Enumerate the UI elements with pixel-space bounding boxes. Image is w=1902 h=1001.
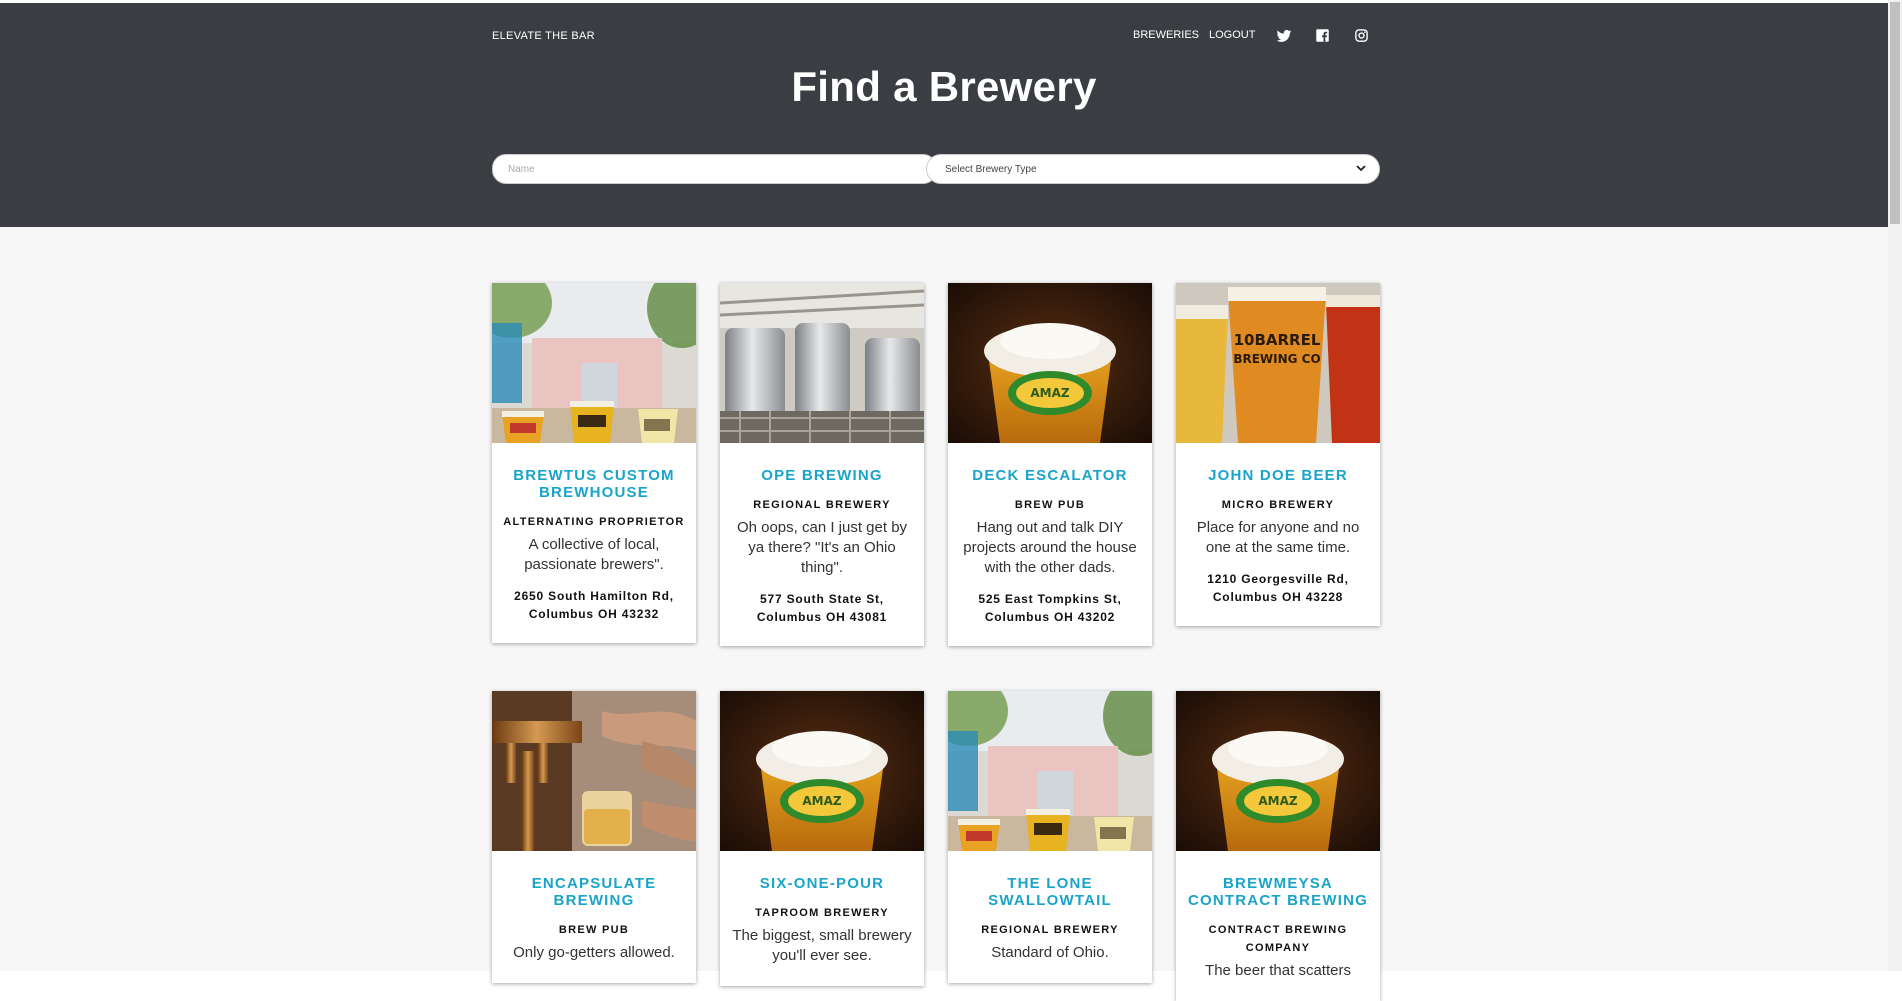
scrollbar-thumb[interactable] [1890, 2, 1900, 224]
brewery-name[interactable]: THE LONE SWALLOWTAIL [958, 875, 1142, 909]
brewery-card[interactable]: BREWTUS CUSTOM BREWHOUSE ALTERNATING PRO… [492, 283, 696, 643]
brewery-type: TAPROOM BREWERY [755, 907, 889, 919]
brewery-description: Hang out and talk DIY projects around th… [963, 519, 1137, 576]
brewery-description: Standard of Ohio. [991, 944, 1109, 961]
brewery-image [492, 283, 696, 443]
brewery-name[interactable]: BREWMEYSA CONTRACT BREWING [1186, 875, 1370, 909]
brewery-type: BREW PUB [1014, 499, 1086, 511]
brewery-card[interactable]: BREWMEYSA CONTRACT BREWING CONTRACT BREW… [1176, 691, 1380, 1001]
brewery-name[interactable]: JOHN DOE BEER [1186, 467, 1370, 484]
brewery-image [948, 691, 1152, 851]
brewery-type: REGIONAL BREWERY [753, 499, 891, 511]
brewery-address: 1210 Georgesville Rd, Columbus OH 43228 [1207, 572, 1349, 604]
brewery-card[interactable]: DECK ESCALATOR BREW PUB Hang out and tal… [948, 283, 1152, 646]
site-header: ELEVATE THE BAR BREWERIES LOGOUT Find a … [0, 3, 1888, 227]
brewery-description: Oh oops, can I just get by ya there? "It… [736, 519, 908, 576]
twitter-icon[interactable] [1276, 28, 1292, 44]
brewery-image [720, 691, 924, 851]
brewery-image [492, 691, 696, 851]
brewery-description: A collective of local, passionate brewer… [524, 536, 664, 573]
brewery-type: BREW PUB [558, 924, 630, 936]
brewery-address: 525 East Tompkins St, Columbus OH 43202 [978, 592, 1122, 624]
brewery-type: ALTERNATING PROPRIETOR [503, 516, 685, 528]
name-search-input[interactable] [492, 154, 937, 184]
brewery-name[interactable]: OPE BREWING [730, 467, 914, 484]
brewery-name[interactable]: ENCAPSULATE BREWING [502, 875, 686, 909]
brewery-description: The beer that scatters [1205, 962, 1351, 979]
brewery-image [948, 283, 1152, 443]
chevron-down-icon [1356, 165, 1366, 172]
brewery-card[interactable]: ENCAPSULATE BREWING BREW PUB Only go-get… [492, 691, 696, 983]
brewery-address: 2650 South Hamilton Rd, Columbus OH 4323… [514, 589, 674, 621]
brewery-card[interactable]: JOHN DOE BEER MICRO BREWERY Place for an… [1176, 283, 1380, 626]
brewery-address: 577 South State St, Columbus OH 43081 [756, 592, 888, 624]
brewery-type: REGIONAL BREWERY [981, 924, 1119, 936]
brewery-type-select[interactable]: Select Brewery Type [926, 154, 1380, 184]
nav-breweries-link[interactable]: BREWERIES [1133, 29, 1199, 41]
brewery-type: CONTRACT BREWING COMPANY [1208, 924, 1348, 954]
brand-link[interactable]: ELEVATE THE BAR [492, 30, 595, 42]
nav-logout-link[interactable]: LOGOUT [1209, 29, 1255, 41]
brewery-image [1176, 283, 1380, 443]
brewery-image [720, 283, 924, 443]
brewery-name[interactable]: SIX-ONE-POUR [730, 875, 914, 892]
brewery-type: MICRO BREWERY [1221, 499, 1335, 511]
brewery-card[interactable]: OPE BREWING REGIONAL BREWERY Oh oops, ca… [720, 283, 924, 646]
brewery-description: The biggest, small brewery you'll ever s… [732, 927, 912, 964]
brewery-card[interactable]: SIX-ONE-POUR TAPROOM BREWERY The biggest… [720, 691, 924, 986]
brewery-description: Place for anyone and no one at the same … [1196, 519, 1360, 556]
brewery-card[interactable]: THE LONE SWALLOWTAIL REGIONAL BREWERY St… [948, 691, 1152, 983]
brewery-description: Only go-getters allowed. [513, 944, 675, 961]
brewery-type-select-value: Select Brewery Type [945, 164, 1037, 175]
brewery-image [1176, 691, 1380, 851]
instagram-icon[interactable] [1354, 28, 1370, 44]
facebook-icon[interactable] [1315, 28, 1331, 44]
brewery-name[interactable]: BREWTUS CUSTOM BREWHOUSE [502, 467, 686, 501]
brewery-grid: BREWTUS CUSTOM BREWHOUSE ALTERNATING PRO… [0, 227, 1888, 1001]
page-title: Find a Brewery [791, 63, 1097, 110]
brewery-name[interactable]: DECK ESCALATOR [958, 467, 1142, 484]
